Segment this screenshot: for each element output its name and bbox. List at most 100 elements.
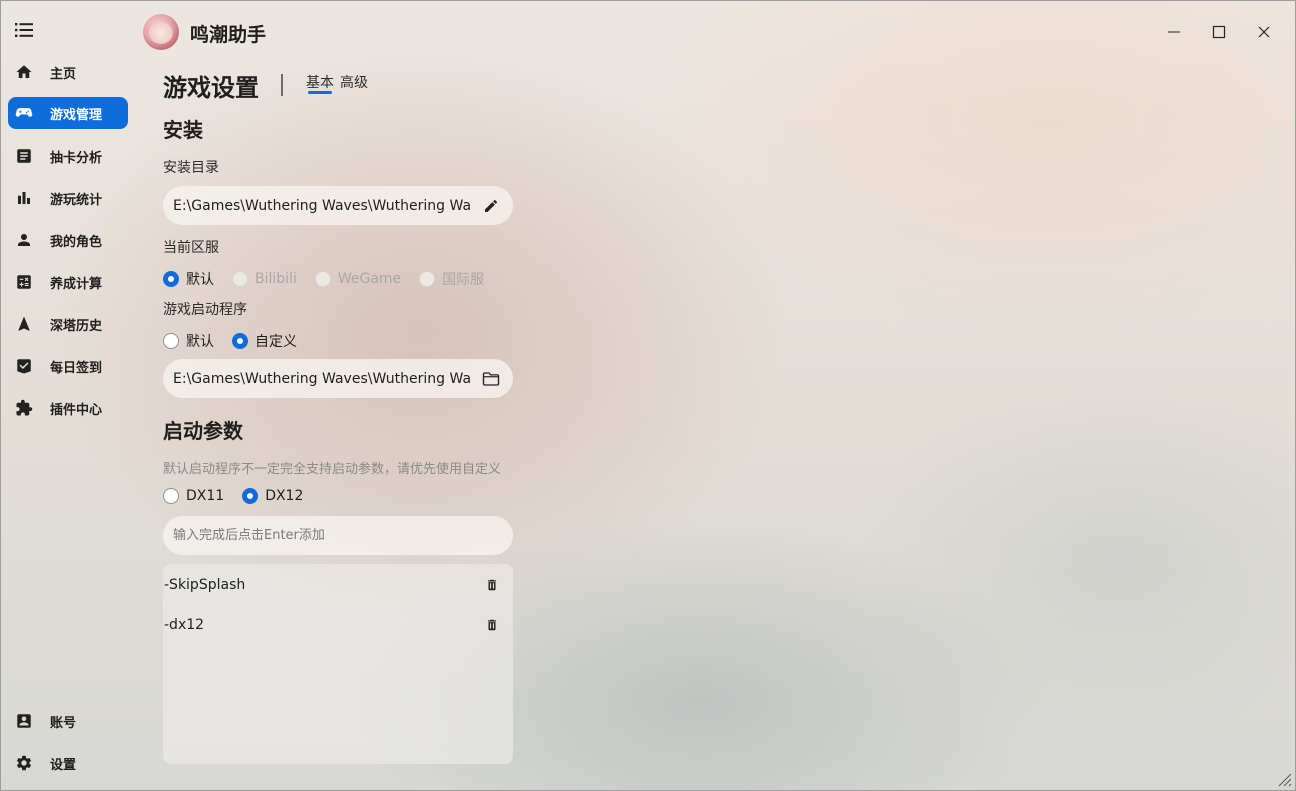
server-radio-default[interactable]: 默认 <box>163 269 214 289</box>
title-divider <box>281 74 283 96</box>
dx11-radio[interactable]: DX11 <box>163 488 224 504</box>
tab-basic[interactable]: 基本 <box>306 72 334 92</box>
radio-label: 自定义 <box>255 334 297 350</box>
radio-label: WeGame <box>337 271 402 287</box>
page-title: 游戏设置 <box>163 74 259 102</box>
sidebar-item-account[interactable]: 账号 <box>8 705 128 737</box>
sidebar-item-label: 抽卡分析 <box>50 150 103 166</box>
param-list: -SkipSplash -dx12 <box>163 564 513 764</box>
launcher-label: 游戏启动程序 <box>163 302 247 318</box>
sidebar-item-daily-signin[interactable]: 每日签到 <box>8 350 128 382</box>
sidebar-item-game-management[interactable]: 游戏管理 <box>8 97 128 129</box>
server-radio-global: 国际服 <box>419 269 484 289</box>
param-input-field <box>163 516 513 555</box>
tab-advanced[interactable]: 高级 <box>340 72 368 92</box>
edit-dir-button[interactable] <box>481 196 501 216</box>
maximize-button[interactable] <box>1203 16 1235 48</box>
launcher-radio-group: 默认 自定义 <box>163 331 315 351</box>
launcher-path-field: E:\Games\Wuthering Waves\Wuthering Waves… <box>163 359 513 398</box>
delete-param-button[interactable] <box>482 575 502 595</box>
sidebar-item-my-characters[interactable]: 我的角色 <box>8 224 128 256</box>
sidebar-item-label: 深塔历史 <box>50 318 103 334</box>
dx-radio-group: DX11 DX12 <box>163 488 321 504</box>
sidebar-item-play-stats[interactable]: 游玩统计 <box>8 182 128 214</box>
radio-dot <box>314 271 331 287</box>
sidebar-item-label: 账号 <box>50 715 77 731</box>
account-box-icon <box>14 711 34 731</box>
sidebar-item-calculator[interactable]: 养成计算 <box>8 266 128 298</box>
sidebar-item-gacha-analysis[interactable]: 抽卡分析 <box>8 140 128 172</box>
calculator-icon <box>14 272 34 292</box>
radio-dot <box>163 488 179 504</box>
close-button[interactable] <box>1248 16 1280 48</box>
server-label: 当前区服 <box>163 240 219 256</box>
list-item: -dx12 <box>164 605 512 645</box>
sidebar-item-label: 游玩统计 <box>50 192 103 208</box>
radio-label: 默认 <box>186 334 214 350</box>
gear-icon <box>14 753 34 773</box>
resize-grip[interactable] <box>1276 771 1292 787</box>
radio-label: DX11 <box>186 488 225 504</box>
trash-icon <box>487 619 497 631</box>
navigation-arrow-icon <box>14 314 34 334</box>
radio-label: 默认 <box>186 272 214 288</box>
server-radio-wegame: WeGame <box>314 271 402 287</box>
launcher-path-value: E:\Games\Wuthering Waves\Wuthering Waves… <box>173 370 471 387</box>
param-text: -SkipSplash <box>164 577 246 593</box>
trash-icon <box>487 579 497 591</box>
sidebar-item-label: 每日签到 <box>50 360 103 376</box>
sidebar-item-label: 游戏管理 <box>50 107 103 123</box>
person-icon <box>14 230 34 250</box>
radio-dot <box>242 488 259 504</box>
param-input[interactable] <box>173 528 501 543</box>
radio-dot <box>163 271 179 287</box>
radio-dot <box>163 333 179 349</box>
maximize-icon <box>1212 25 1226 39</box>
resize-grip-icon <box>1278 773 1292 787</box>
server-radio-bilibili: Bilibili <box>232 271 297 287</box>
pencil-icon <box>485 199 498 212</box>
minimize-icon <box>1168 31 1180 33</box>
sidebar-item-label: 我的角色 <box>50 234 103 250</box>
install-section-title: 安装 <box>163 118 203 142</box>
list-item: -SkipSplash <box>164 565 512 605</box>
launch-params-section-title: 启动参数 <box>163 419 243 443</box>
launcher-radio-default[interactable]: 默认 <box>163 331 214 351</box>
radio-label: 国际服 <box>442 272 485 288</box>
radio-label: Bilibili <box>255 271 297 287</box>
dx12-radio[interactable]: DX12 <box>242 488 303 504</box>
sidebar-item-tower-history[interactable]: 深塔历史 <box>8 308 128 340</box>
minimize-button[interactable] <box>1158 16 1190 48</box>
app-title: 鸣潮助手 <box>190 24 267 46</box>
server-radio-group: 默认 Bilibili WeGame 国际服 <box>163 269 502 289</box>
install-dir-field: E:\Games\Wuthering Waves\Wuthering Waves… <box>163 186 513 225</box>
sidebar: 主页 游戏管理 抽卡分析 游玩统计 我的角色 养成计算 深塔历史 每日签到 插件… <box>0 0 136 791</box>
radio-label: DX12 <box>265 488 304 504</box>
browse-folder-button[interactable] <box>481 369 501 389</box>
radio-dot <box>232 271 248 287</box>
app-avatar <box>143 14 179 50</box>
sidebar-item-label: 设置 <box>50 757 77 773</box>
menu-toggle-button[interactable] <box>12 18 36 42</box>
folder-icon <box>482 371 500 386</box>
launcher-radio-custom[interactable]: 自定义 <box>232 331 297 351</box>
gamepad-icon <box>14 103 34 123</box>
puzzle-icon <box>14 398 34 418</box>
sidebar-item-label: 主页 <box>50 66 77 82</box>
sidebar-item-home[interactable]: 主页 <box>8 56 128 88</box>
check-badge-icon <box>14 356 34 376</box>
sidebar-item-settings[interactable]: 设置 <box>8 747 128 779</box>
active-tab-indicator <box>308 91 332 94</box>
install-dir-label: 安装目录 <box>163 160 219 176</box>
radio-dot <box>232 333 248 349</box>
delete-param-button[interactable] <box>482 615 502 635</box>
param-text: -dx12 <box>164 617 205 633</box>
sidebar-item-label: 插件中心 <box>50 402 103 418</box>
sidebar-item-plugin-center[interactable]: 插件中心 <box>8 392 128 424</box>
launch-params-hint: 默认启动程序不一定完全支持启动参数，请优先使用自定义 <box>163 462 502 477</box>
sidebar-item-label: 养成计算 <box>50 276 103 292</box>
home-icon <box>14 62 34 82</box>
menu-list-icon <box>15 23 33 37</box>
document-icon <box>14 146 34 166</box>
close-icon <box>1258 26 1270 38</box>
